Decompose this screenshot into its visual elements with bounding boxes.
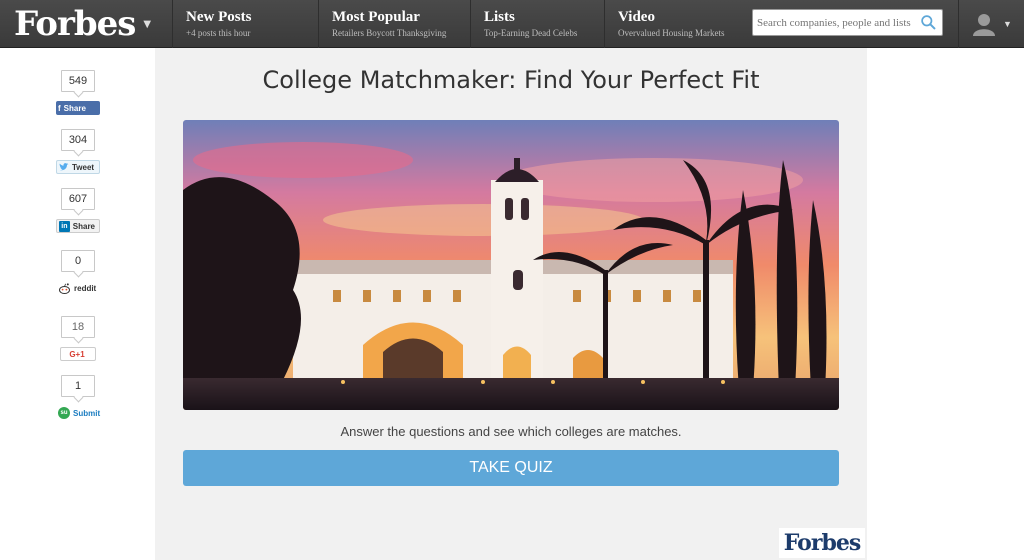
share-label: Share <box>63 103 86 113</box>
share-label: G+1 <box>69 349 85 359</box>
nav-lists[interactable]: Lists Top-Earning Dead Celebs <box>470 0 604 48</box>
page-title: College Matchmaker: Find Your Perfect Fi… <box>262 66 760 94</box>
share-count: 0 <box>61 250 95 272</box>
quiz-promo-card: College Matchmaker: Find Your Perfect Fi… <box>155 48 867 560</box>
twitter-bird-icon <box>59 162 69 170</box>
stumbleupon-icon: su <box>58 407 70 419</box>
nav-subtitle: Overvalued Housing Markets <box>618 28 725 38</box>
nav-video[interactable]: Video Overvalued Housing Markets <box>604 0 742 48</box>
hero-image-campus-sunset[interactable] <box>183 120 839 410</box>
facebook-share-button[interactable]: f Share <box>56 101 100 115</box>
forbes-logo[interactable]: Forbes ▼ <box>14 2 151 46</box>
share-count: 18 <box>61 316 95 338</box>
forbes-watermark-logo: Forbes <box>779 528 865 558</box>
stumbleupon-submit-button[interactable]: su Submit <box>56 406 104 420</box>
share-facebook: 549 f Share <box>52 70 104 130</box>
nav-new-posts[interactable]: New Posts +4 posts this hour <box>172 0 318 48</box>
share-twitter: 304 Tweet <box>52 129 104 189</box>
google-plus-button[interactable]: G+1 <box>60 347 96 361</box>
nav-title: Most Popular <box>332 9 420 25</box>
user-menu[interactable]: ▼ <box>958 0 1024 48</box>
campus-sunset-illustration <box>183 120 839 410</box>
search-input[interactable] <box>753 10 915 35</box>
share-reddit: 0 reddit <box>52 250 104 310</box>
share-stumbleupon: 1 su Submit <box>52 375 104 435</box>
share-count: 607 <box>61 188 95 210</box>
twitter-tweet-button[interactable]: Tweet <box>56 160 100 174</box>
facebook-icon: f <box>58 103 61 113</box>
quiz-description: Answer the questions and see which colle… <box>340 424 682 439</box>
logo-text: Forbes <box>14 4 136 44</box>
linkedin-icon: in <box>59 220 70 232</box>
share-count: 304 <box>61 129 95 151</box>
share-label: Tweet <box>72 162 95 172</box>
chevron-down-icon[interactable]: ▼ <box>1003 19 1012 29</box>
share-label: Share <box>72 221 95 231</box>
nav-title: Video <box>618 9 655 25</box>
nav-subtitle: +4 posts this hour <box>186 28 251 38</box>
reddit-alien-icon <box>59 282 70 294</box>
top-navigation-bar: Forbes ▼ New Posts +4 posts this hour Mo… <box>0 0 1024 48</box>
reddit-share-button[interactable]: reddit <box>56 281 100 295</box>
share-linkedin: 607 in Share <box>52 188 104 248</box>
nav-subtitle: Top-Earning Dead Celebs <box>484 28 578 38</box>
linkedin-share-button[interactable]: in Share <box>56 219 100 233</box>
share-label: Submit <box>73 408 101 418</box>
share-count: 1 <box>61 375 95 397</box>
nav-subtitle: Retailers Boycott Thanksgiving <box>332 28 447 38</box>
nav-title: New Posts <box>186 9 252 25</box>
avatar-icon[interactable] <box>971 11 997 37</box>
search-box <box>752 9 943 36</box>
nav-title: Lists <box>484 9 515 25</box>
share-count: 549 <box>61 70 95 92</box>
share-label: reddit <box>74 283 97 293</box>
chevron-down-icon[interactable]: ▼ <box>143 19 151 30</box>
share-google-plus: 18 G+1 <box>52 316 104 376</box>
nav-most-popular[interactable]: Most Popular Retailers Boycott Thanksgiv… <box>318 0 470 48</box>
search-icon[interactable] <box>920 14 937 31</box>
take-quiz-button[interactable]: TAKE QUIZ <box>183 450 839 486</box>
